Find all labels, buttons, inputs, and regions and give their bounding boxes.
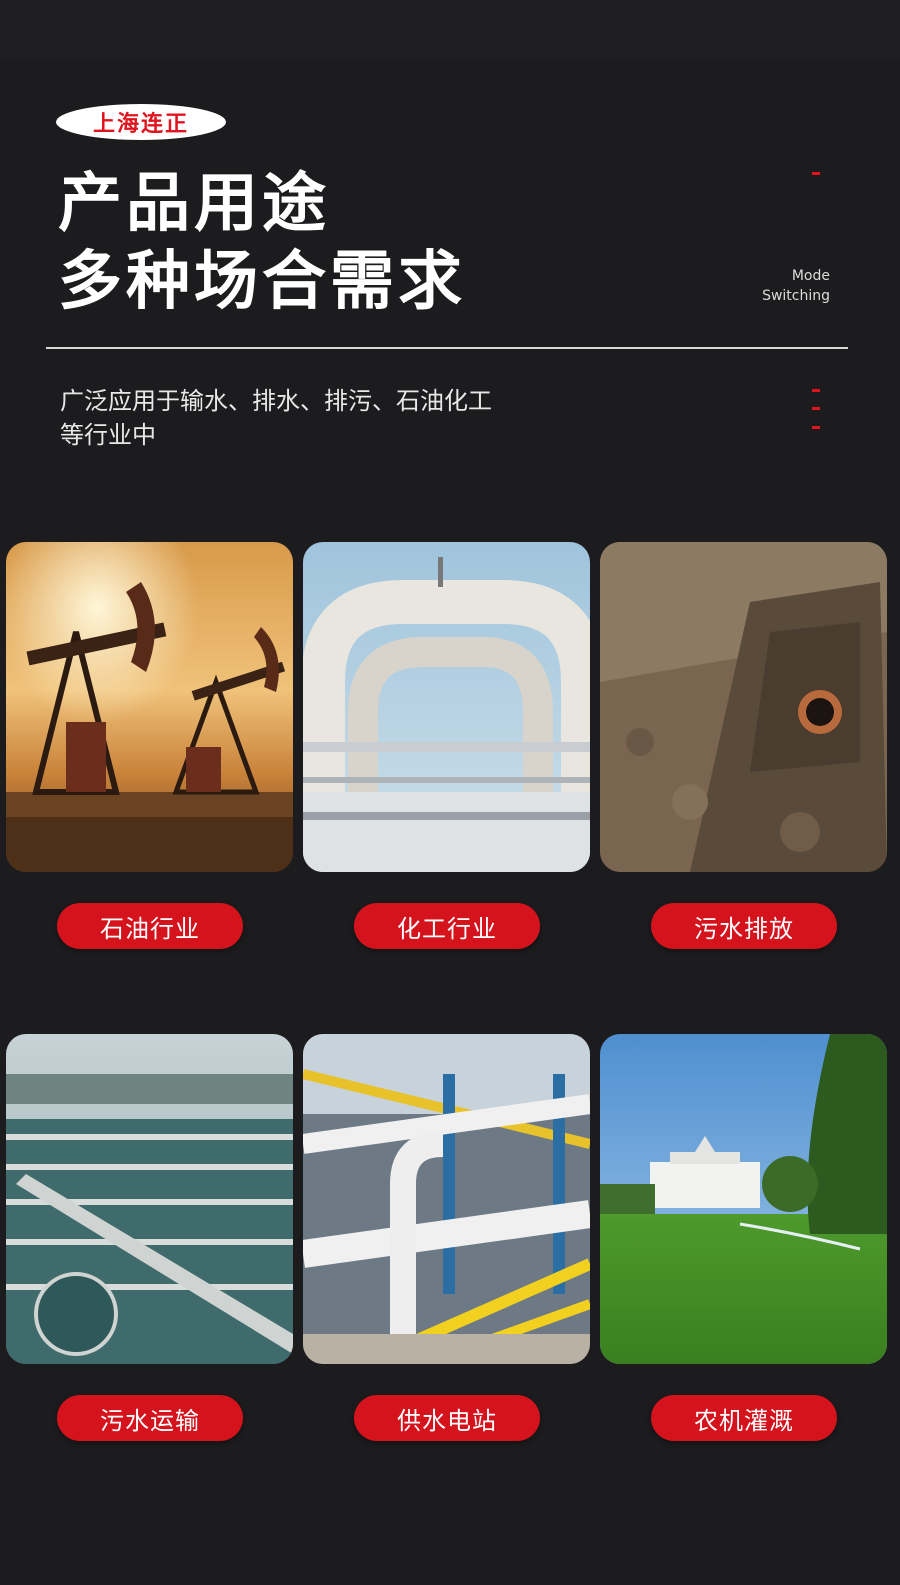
accent-dash (812, 389, 820, 392)
page-title-line1: 产品用途 (58, 167, 330, 241)
water-treatment-plant-photo (6, 1034, 293, 1364)
oil-pumpjack-photo (6, 542, 293, 872)
mode-switching-label: Mode Switching (762, 266, 830, 306)
label-chemical-industry: 化工行业 (354, 903, 540, 949)
label-agricultural-irrigation: 农机灌溉 (651, 1395, 837, 1441)
brand-logo-text: 上海连正 (92, 111, 189, 137)
description: 广泛应用于输水、排水、排污、石油化工 等行业中 (60, 384, 580, 452)
label-sewage-transport: 污水运输 (57, 1395, 243, 1441)
header-divider (46, 347, 848, 349)
accent-dash (812, 172, 820, 175)
brand-logo: 上海连正 (56, 104, 226, 140)
lawn-sprinkler-photo (600, 1034, 887, 1364)
mode-line2: Switching (762, 288, 830, 304)
page-title-line2: 多种场合需求 (58, 245, 466, 319)
mode-line1: Mode (791, 268, 830, 284)
top-strip (0, 0, 900, 60)
description-line2: 等行业中 (60, 421, 156, 449)
accent-dash (812, 407, 820, 410)
label-sewage-discharge: 污水排放 (651, 903, 837, 949)
water-station-pipes-photo (303, 1034, 590, 1364)
chemical-pipeline-photo (303, 542, 590, 872)
description-line1: 广泛应用于输水、排水、排污、石油化工 (60, 387, 492, 415)
label-oil-industry: 石油行业 (57, 903, 243, 949)
accent-dash (812, 426, 820, 429)
sewage-trench-photo (600, 542, 887, 872)
label-water-supply-station: 供水电站 (354, 1395, 540, 1441)
